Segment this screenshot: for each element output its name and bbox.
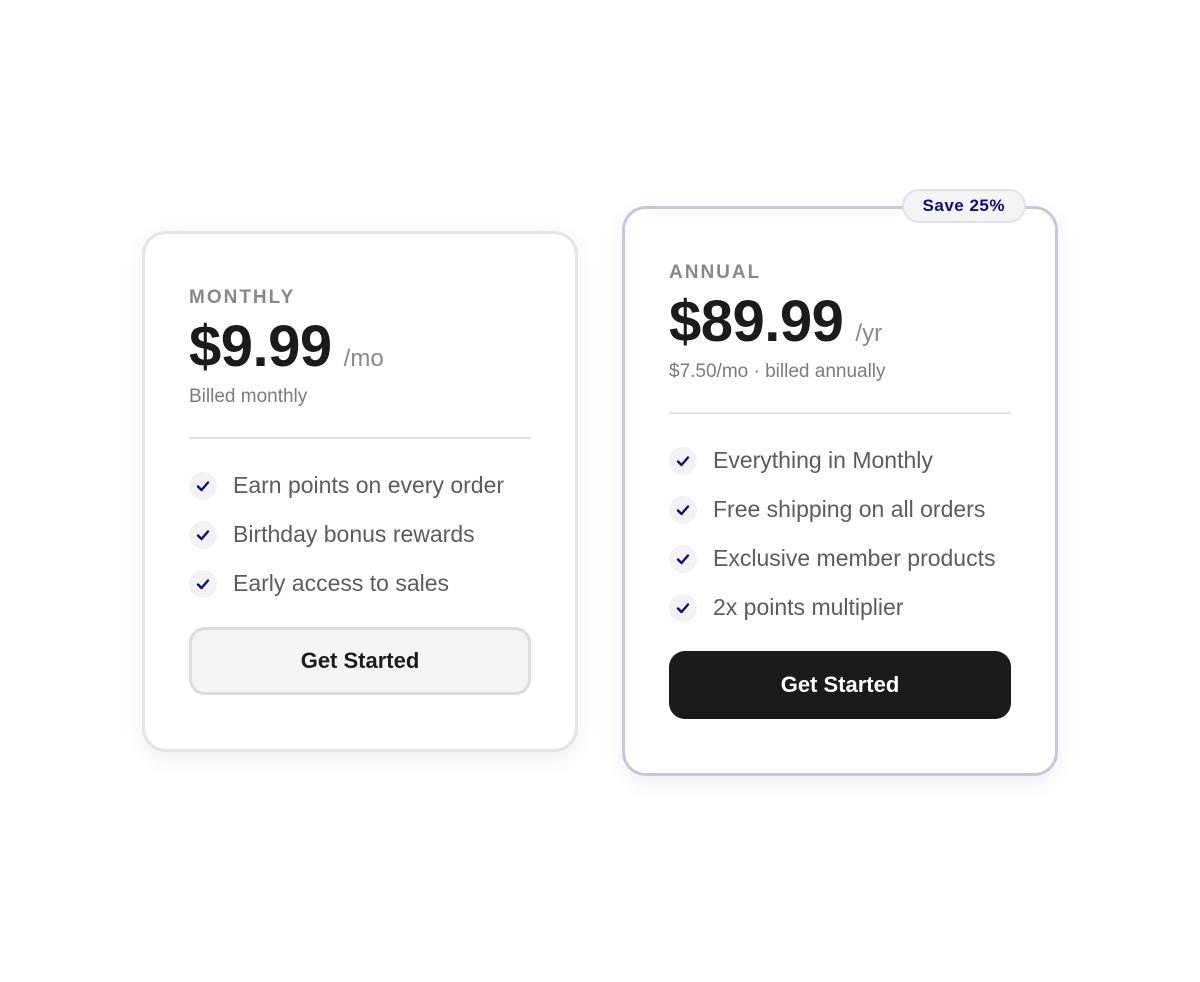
check-icon bbox=[669, 544, 697, 573]
feature-text: Free shipping on all orders bbox=[713, 496, 986, 522]
feature-item: 2x points multiplier bbox=[669, 583, 1011, 632]
check-icon bbox=[189, 520, 217, 549]
check-icon bbox=[669, 446, 697, 475]
plan-price: $9.99 bbox=[189, 314, 332, 379]
check-icon bbox=[189, 471, 217, 500]
divider bbox=[189, 437, 531, 439]
price-row: $89.99 /yr bbox=[669, 289, 1011, 359]
plan-price: $89.99 bbox=[669, 289, 844, 354]
feature-text: Early access to sales bbox=[233, 570, 450, 596]
feature-item: Exclusive member products bbox=[669, 534, 1011, 583]
feature-item: Free shipping on all orders bbox=[669, 485, 1011, 534]
feature-item: Earn points on every order bbox=[189, 461, 531, 510]
check-icon bbox=[669, 593, 697, 622]
feature-text: Everything in Monthly bbox=[713, 447, 933, 473]
feature-list: Everything in Monthly Free shipping on a… bbox=[669, 436, 1011, 632]
plan-card-monthly: MONTHLY $9.99 /mo Billed monthly Earn po… bbox=[142, 231, 578, 752]
divider bbox=[669, 412, 1011, 414]
save-badge: Save 25% bbox=[901, 189, 1026, 223]
get-started-button-annual[interactable]: Get Started bbox=[669, 651, 1011, 719]
plan-period: /yr bbox=[855, 320, 883, 347]
check-icon bbox=[189, 569, 217, 598]
feature-item: Everything in Monthly bbox=[669, 436, 1011, 485]
plan-label: MONTHLY bbox=[189, 287, 296, 308]
plan-period: /mo bbox=[343, 345, 384, 372]
plan-card-annual: Save 25% ANNUAL $89.99 /yr $7.50/mo · bi… bbox=[622, 189, 1058, 776]
get-started-button-monthly[interactable]: Get Started bbox=[189, 627, 531, 695]
feature-item: Birthday bonus rewards bbox=[189, 510, 531, 559]
plan-label: ANNUAL bbox=[669, 262, 762, 283]
feature-text: Exclusive member products bbox=[713, 545, 996, 571]
feature-text: Earn points on every order bbox=[233, 472, 505, 498]
billing-note: Billed monthly bbox=[189, 386, 308, 407]
price-row: $9.99 /mo bbox=[189, 314, 531, 384]
feature-text: Birthday bonus rewards bbox=[233, 521, 475, 547]
feature-list: Earn points on every order Birthday bonu… bbox=[189, 461, 531, 608]
billing-note: $7.50/mo · billed annually bbox=[669, 361, 886, 382]
feature-item: Early access to sales bbox=[189, 559, 531, 608]
pricing-section: MONTHLY $9.99 /mo Billed monthly Earn po… bbox=[0, 0, 1200, 982]
check-icon bbox=[669, 495, 697, 524]
feature-text: 2x points multiplier bbox=[713, 594, 904, 620]
